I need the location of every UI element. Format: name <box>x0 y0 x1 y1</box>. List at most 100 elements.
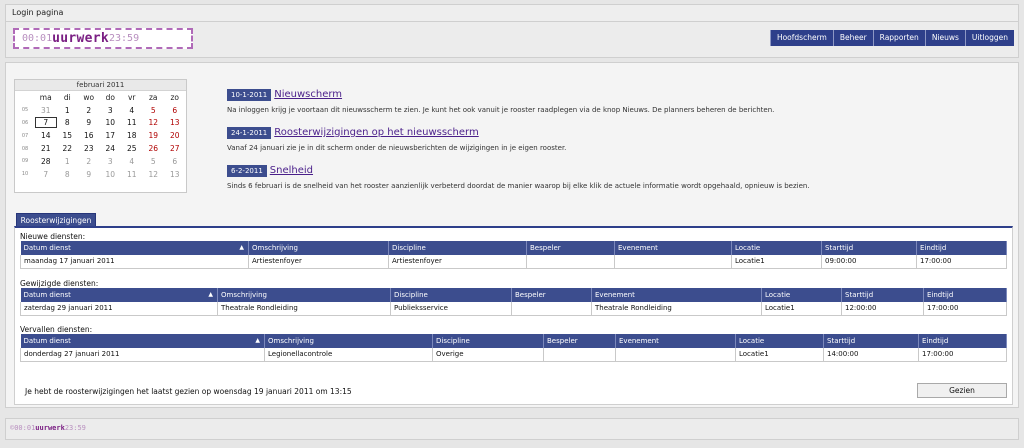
news-title-link[interactable]: Roosterwijzigingen op het nieuwsscherm <box>274 127 478 138</box>
calendar-weekday-row: ma di wo do vr za zo <box>15 91 186 104</box>
table-cell: 14:00:00 <box>823 348 919 362</box>
column-header[interactable]: Discipline <box>432 334 544 348</box>
news-title-link[interactable]: Snelheid <box>270 165 313 176</box>
column-header[interactable]: Starttijd <box>821 241 917 255</box>
column-header[interactable]: Datum dienst ▲ <box>20 334 265 348</box>
column-header[interactable]: Omschrijving <box>248 241 389 255</box>
calendar-day[interactable]: 13 <box>164 170 186 179</box>
calendar-day[interactable]: 1 <box>57 106 79 115</box>
calendar-day[interactable]: 16 <box>78 131 100 140</box>
calendar-day[interactable]: 15 <box>57 131 79 140</box>
calendar-day[interactable]: 5 <box>143 157 165 166</box>
calendar-day[interactable]: 24 <box>100 144 122 153</box>
calendar-day[interactable]: 2 <box>78 106 100 115</box>
section-label: Nieuwe diensten: <box>20 232 86 241</box>
calendar-day[interactable]: 19 <box>143 131 165 140</box>
calendar-day[interactable]: 14 <box>35 131 57 140</box>
calendar-day[interactable]: 26 <box>143 144 165 153</box>
week-number: 05 <box>21 107 29 114</box>
table-row[interactable]: maandag 17 januari 2011 Artiestenfoyer Art… <box>20 255 1007 269</box>
table-cell: Theatrale Rondleiding <box>591 302 762 316</box>
table-cell: Locatie1 <box>761 302 842 316</box>
column-header[interactable]: Datum dienst ▲ <box>20 241 249 255</box>
calendar-day[interactable]: 11 <box>121 118 143 127</box>
calendar-day[interactable]: 12 <box>143 170 165 179</box>
gezien-button[interactable]: Gezien <box>917 383 1007 398</box>
calendar-day[interactable]: 6 <box>164 157 186 166</box>
calendar-day[interactable]: 4 <box>121 106 143 115</box>
news-title-link[interactable]: Nieuwscherm <box>274 89 342 100</box>
nav-rapporten[interactable]: Rapporten <box>872 30 925 46</box>
calendar-day[interactable]: 2 <box>78 157 100 166</box>
column-header[interactable]: Evenement <box>614 241 732 255</box>
table-cell: maandag 17 januari 2011 <box>20 255 249 269</box>
calendar-day[interactable]: 10 <box>100 170 122 179</box>
news-body: Sinds 6 februari is de snelheid van het … <box>227 182 810 190</box>
column-header[interactable]: Eindtijd <box>923 288 1007 302</box>
calendar-day[interactable]: 6 <box>164 106 186 115</box>
main-nav: Hoofdscherm Beheer Rapporten Nieuws Uitl… <box>769 30 1014 46</box>
table-row[interactable]: zaterdag 29 januari 2011 Theatrale Rondle… <box>20 302 1007 316</box>
calendar-day[interactable]: 4 <box>121 157 143 166</box>
week-number: 10 <box>21 171 29 178</box>
column-header[interactable]: Bespeler <box>543 334 616 348</box>
news-list: 10-1-2011 Nieuwscherm Na inloggen krijg … <box>227 88 1007 202</box>
calendar-day[interactable]: 12 <box>143 118 165 127</box>
calendar-day[interactable]: 1 <box>57 157 79 166</box>
calendar-day[interactable]: 27 <box>164 144 186 153</box>
column-header[interactable]: Locatie <box>761 288 842 302</box>
calendar-day[interactable]: 28 <box>35 157 57 166</box>
calendar-day[interactable]: 9 <box>78 118 100 127</box>
nav-uitloggen[interactable]: Uitloggen <box>964 30 1014 46</box>
calendar-day[interactable]: 7 <box>35 170 57 179</box>
column-header[interactable]: Bespeler <box>511 288 592 302</box>
weekday-label: di <box>63 92 71 102</box>
calendar-day[interactable]: 8 <box>57 170 79 179</box>
calendar-day[interactable]: 18 <box>121 131 143 140</box>
column-header[interactable]: Evenement <box>591 288 762 302</box>
calendar-day[interactable]: 20 <box>164 131 186 140</box>
calendar-day[interactable]: 13 <box>164 118 186 127</box>
column-header[interactable]: Evenement <box>615 334 736 348</box>
calendar-day[interactable]: 5 <box>143 106 165 115</box>
header: 00:01 uurwerk 23:59 Hoofdscherm Beheer R… <box>5 22 1019 58</box>
column-header[interactable]: Discipline <box>390 288 512 302</box>
nav-beheer[interactable]: Beheer <box>832 30 873 46</box>
table-cell: Locatie1 <box>735 348 824 362</box>
calendar-day[interactable]: 11 <box>121 170 143 179</box>
column-header[interactable]: Starttijd <box>823 334 919 348</box>
calendar-day[interactable]: 10 <box>100 118 122 127</box>
calendar-weeks: 05 31 1 2 3 4 5 6 06 7 8 9 10 11 12 13 07 14 15 16 17 18 19 20 0… <box>15 104 186 181</box>
table-cell: zaterdag 29 januari 2011 <box>20 302 218 316</box>
column-header[interactable]: Bespeler <box>526 241 615 255</box>
calendar-day[interactable]: 7 <box>35 117 57 129</box>
calendar-day[interactable]: 9 <box>78 170 100 179</box>
nav-nieuws[interactable]: Nieuws <box>924 30 965 46</box>
calendar-day[interactable]: 25 <box>121 144 143 153</box>
column-header[interactable]: Starttijd <box>841 288 924 302</box>
column-header[interactable]: Omschrijving <box>264 334 433 348</box>
table-row[interactable]: donderdag 27 januari 2011 Legionellacontr… <box>20 348 1007 362</box>
section-label: Gewijzigde diensten: <box>20 279 99 288</box>
calendar-day[interactable]: 23 <box>78 144 100 153</box>
column-header[interactable]: Eindtijd <box>918 334 1007 348</box>
calendar-day[interactable]: 22 <box>57 144 79 153</box>
nav-hoofdscherm[interactable]: Hoofdscherm <box>769 30 833 46</box>
calendar-week-row: 06 7 8 9 10 11 12 13 <box>15 117 186 130</box>
column-header[interactable]: Discipline <box>388 241 527 255</box>
column-header[interactable]: Locatie <box>731 241 822 255</box>
week-number: 08 <box>21 145 29 152</box>
calendar-day[interactable]: 8 <box>57 118 79 127</box>
column-header[interactable]: Locatie <box>735 334 824 348</box>
calendar-day[interactable]: 31 <box>35 106 57 115</box>
calendar-day[interactable]: 3 <box>100 106 122 115</box>
column-header[interactable]: Omschrijving <box>217 288 391 302</box>
column-header[interactable]: Eindtijd <box>916 241 1007 255</box>
app-logo: 00:01 uurwerk 23:59 <box>13 28 193 49</box>
column-header[interactable]: Datum dienst ▲ <box>20 288 218 302</box>
tab-roosterwijzigingen[interactable]: Roosterwijzigingen <box>16 213 96 227</box>
calendar-day[interactable]: 17 <box>100 131 122 140</box>
calendar-day[interactable]: 21 <box>35 144 57 153</box>
calendar-day[interactable]: 3 <box>100 157 122 166</box>
calendar-week-row: 05 31 1 2 3 4 5 6 <box>15 104 186 117</box>
